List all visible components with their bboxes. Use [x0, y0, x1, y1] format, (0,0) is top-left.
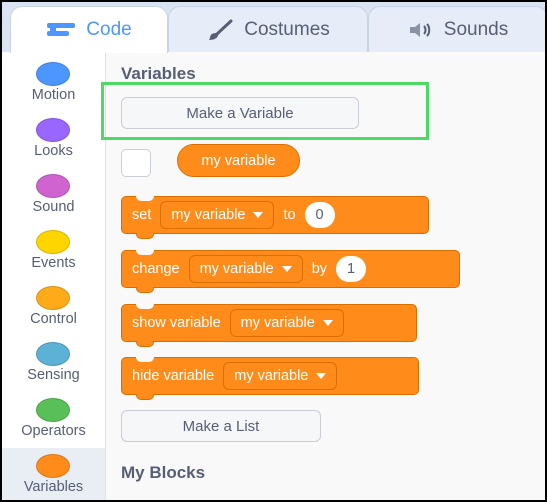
control-color-dot-icon [36, 286, 70, 310]
tab-code[interactable]: Code [10, 6, 168, 53]
dropdown-label: my variable [171, 207, 246, 223]
tab-sounds[interactable]: Sounds [368, 6, 545, 52]
scratch-editor: Code Costumes Sounds Motion Looks Sound … [0, 0, 547, 502]
category-label: Sensing [27, 367, 80, 383]
caret-down-icon [281, 266, 292, 272]
events-color-dot-icon [36, 230, 70, 254]
category-menu: Motion Looks Sound Events Control Sensin… [2, 52, 106, 500]
tab-costumes[interactable]: Costumes [168, 6, 368, 52]
category-label: Sound [32, 199, 75, 215]
show-variable-block[interactable]: show variable my variable [121, 304, 417, 347]
variables-color-dot-icon [36, 454, 70, 478]
dropdown-label: my variable [234, 368, 309, 384]
make-list-button[interactable]: Make a List [121, 410, 321, 442]
block-joiner: to [283, 207, 296, 223]
set-variable-block[interactable]: set my variable to 0 [121, 196, 429, 239]
variable-monitor-checkbox[interactable] [121, 149, 151, 177]
block-keyword: hide variable [132, 368, 215, 384]
category-label: Events [31, 255, 76, 271]
block-palette: Variables Make a Variable my variable se… [101, 52, 545, 500]
block-notch [136, 304, 154, 309]
category-label: Variables [23, 479, 84, 495]
looks-color-dot-icon [36, 118, 70, 142]
category-sound[interactable]: Sound [2, 168, 105, 224]
brush-icon [206, 19, 234, 41]
change-variable-block[interactable]: change my variable by 1 [121, 250, 460, 293]
editor-tabs: Code Costumes Sounds [2, 2, 545, 53]
variable-reporter-block[interactable]: my variable [177, 144, 300, 177]
category-motion[interactable]: Motion [2, 56, 105, 112]
category-label: Operators [21, 423, 86, 439]
category-sensing[interactable]: Sensing [2, 336, 105, 392]
caret-down-icon [253, 212, 264, 218]
block-keyword: set [132, 207, 152, 223]
block-bump [136, 341, 154, 347]
operators-color-dot-icon [36, 398, 70, 422]
value-input[interactable]: 0 [304, 202, 335, 228]
block-joiner: by [311, 261, 328, 277]
category-label: Control [30, 311, 77, 327]
category-label: Looks [34, 143, 73, 159]
caret-down-icon [322, 320, 333, 326]
block-notch [136, 250, 154, 255]
category-control[interactable]: Control [2, 280, 105, 336]
dropdown-label: my variable [240, 315, 315, 331]
tab-code-label: Code [86, 19, 132, 40]
block-notch [136, 357, 154, 362]
block-keyword: show variable [132, 315, 221, 331]
variable-dropdown[interactable]: my variable [223, 362, 338, 390]
make-variable-button[interactable]: Make a Variable [121, 97, 359, 129]
block-keyword: change [132, 261, 180, 277]
motion-color-dot-icon [36, 62, 70, 86]
block-bump [136, 394, 154, 400]
variable-dropdown[interactable]: my variable [160, 201, 275, 229]
my-blocks-heading: My Blocks [121, 463, 206, 482]
block-bump [136, 233, 154, 239]
tab-costumes-label: Costumes [244, 18, 330, 40]
variables-heading: Variables [121, 64, 196, 83]
sound-color-dot-icon [36, 174, 70, 198]
variable-dropdown[interactable]: my variable [229, 309, 344, 337]
dropdown-label: my variable [199, 261, 274, 277]
category-operators[interactable]: Operators [2, 392, 105, 448]
variable-dropdown[interactable]: my variable [188, 255, 303, 283]
tab-sounds-label: Sounds [443, 18, 509, 40]
hide-variable-block[interactable]: hide variable my variable [121, 357, 419, 400]
speaker-icon [408, 21, 434, 39]
block-notch [136, 196, 154, 201]
block-bump [136, 287, 154, 293]
category-variables[interactable]: Variables [2, 448, 105, 500]
sensing-color-dot-icon [36, 342, 70, 366]
category-looks[interactable]: Looks [2, 112, 105, 168]
category-events[interactable]: Events [2, 224, 105, 280]
value-input[interactable]: 1 [336, 256, 367, 282]
code-icon [46, 21, 76, 39]
category-label: Motion [31, 87, 76, 103]
caret-down-icon [316, 373, 327, 379]
